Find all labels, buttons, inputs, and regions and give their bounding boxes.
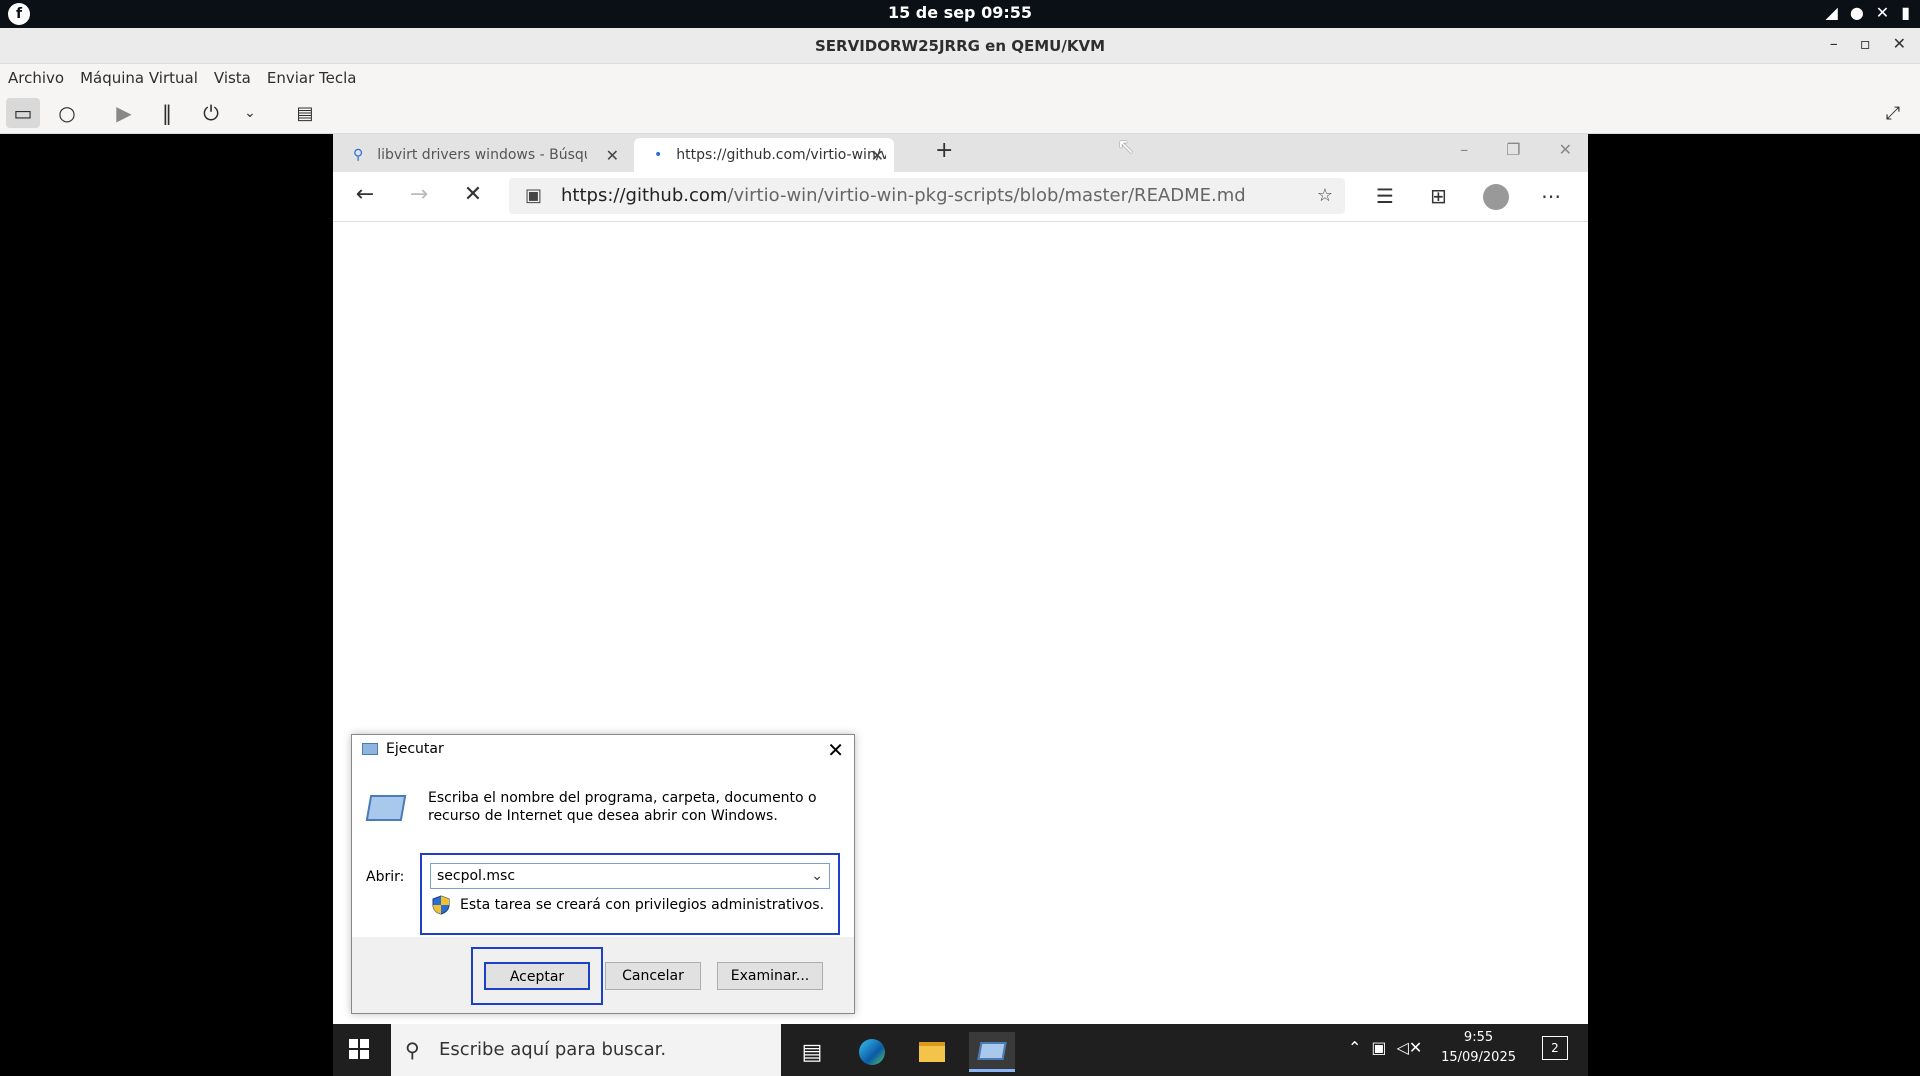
maximize-icon[interactable]: ▫ bbox=[1860, 34, 1871, 53]
edge-close-icon[interactable]: ✕ bbox=[1559, 140, 1572, 159]
uac-shield-icon bbox=[432, 895, 450, 915]
edge-minimize-icon[interactable]: – bbox=[1460, 140, 1468, 159]
close-tab-icon[interactable]: ✕ bbox=[871, 146, 884, 165]
run-dialog-title: Ejecutar bbox=[386, 741, 444, 757]
gnome-top-bar: f 15 de sep 09:55 ◢ ● ✕ ▮ bbox=[0, 0, 1920, 28]
task-view-icon[interactable]: ▤ bbox=[789, 1032, 835, 1072]
chevron-up-icon[interactable]: ⌃ bbox=[1348, 1038, 1361, 1057]
minimize-icon[interactable]: – bbox=[1830, 34, 1838, 53]
admin-privileges-note: Esta tarea se creará con privilegios adm… bbox=[460, 897, 825, 913]
command-text: secpol.msc bbox=[437, 868, 516, 884]
menu-archivo[interactable]: Archivo bbox=[8, 69, 64, 87]
run-large-icon bbox=[365, 795, 407, 821]
run-dialog-body: Escriba el nombre del programa, carpeta,… bbox=[352, 765, 854, 937]
open-command-input[interactable]: secpol.msc ⌄ bbox=[430, 863, 830, 889]
mic-icon: ● bbox=[1849, 3, 1864, 22]
url-path: /virtio-win/virtio-win-pkg-scripts/blob/… bbox=[727, 185, 1246, 206]
notification-center-icon[interactable]: 2 bbox=[1542, 1036, 1568, 1060]
power-icon[interactable]: ⏻ bbox=[194, 98, 228, 128]
file-explorer-icon[interactable] bbox=[909, 1032, 955, 1072]
close-tab-icon[interactable]: ✕ bbox=[606, 146, 619, 165]
back-arrow-icon[interactable]: ← bbox=[349, 182, 381, 212]
tab-busqueda[interactable]: ⚲ libvirt drivers windows - Búsqueda ✕ bbox=[333, 138, 629, 172]
wifi-icon: ◢ bbox=[1825, 3, 1838, 22]
run-icon[interactable]: ▶ bbox=[107, 98, 141, 128]
examinar-button[interactable]: Examinar... bbox=[717, 962, 823, 990]
tab-github[interactable]: • https://github.com/virtio-win/virtio-w… bbox=[634, 138, 894, 172]
search-placeholder: Escribe aquí para buscar. bbox=[439, 1039, 667, 1060]
search-icon: ⚲ bbox=[353, 147, 364, 163]
network-icon[interactable]: ▣ bbox=[1371, 1038, 1386, 1057]
window-title: SERVIDORW25JRRG en QEMU/KVM bbox=[815, 37, 1105, 55]
url-input[interactable]: ▣ https://github.com/virtio-win/virtio-wi… bbox=[509, 178, 1345, 214]
run-app-icon bbox=[362, 743, 378, 755]
pause-icon[interactable]: ‖ bbox=[150, 98, 184, 128]
lock-icon: ▣ bbox=[525, 185, 543, 206]
tab-label: https://github.com/virtio-win/virtio-win… bbox=[676, 147, 887, 163]
favorite-star-icon[interactable]: ☆ bbox=[1317, 178, 1333, 214]
search-icon: ⚲ bbox=[405, 1038, 420, 1062]
stop-loading-icon[interactable]: ✕ bbox=[457, 182, 489, 212]
favorites-icon[interactable]: ☰ bbox=[1376, 184, 1394, 208]
new-tab-icon[interactable]: + bbox=[935, 138, 953, 163]
notification-count: 2 bbox=[1551, 1041, 1559, 1055]
run-description: Escriba el nombre del programa, carpeta,… bbox=[428, 789, 828, 825]
viewer-titlebar: SERVIDORW25JRRG en QEMU/KVM – ▫ ✕ bbox=[0, 28, 1920, 64]
system-tray[interactable]: ◢ ● ✕ ▮ bbox=[1826, 3, 1911, 22]
more-options-icon[interactable]: ⋯ bbox=[1541, 184, 1561, 208]
open-label: Abrir: bbox=[366, 869, 405, 885]
run-taskbar-icon[interactable] bbox=[969, 1032, 1015, 1072]
forward-arrow-icon[interactable]: → bbox=[403, 182, 435, 212]
taskbar-clock[interactable]: 9:55 15/09/2025 bbox=[1441, 1028, 1516, 1068]
url-host: https://github.com bbox=[561, 185, 728, 206]
tab-label: libvirt drivers windows - Búsqueda bbox=[377, 147, 587, 163]
windows-taskbar: ⚲ Escribe aquí para buscar. ▤ ⌃ ▣ ◁✕ 9:5… bbox=[333, 1024, 1588, 1076]
guest-display[interactable]: ⚲ libvirt drivers windows - Búsqueda ✕ •… bbox=[333, 134, 1588, 1076]
close-icon[interactable]: ✕ bbox=[1893, 34, 1906, 53]
collections-icon[interactable]: ⊞ bbox=[1430, 184, 1447, 208]
mouse-cursor-icon: ↖ bbox=[1117, 135, 1136, 160]
cancelar-button[interactable]: Cancelar bbox=[605, 962, 701, 990]
menu-enviar-tecla[interactable]: Enviar Tecla bbox=[267, 69, 357, 87]
chevron-down-icon[interactable]: ⌄ bbox=[233, 98, 267, 128]
description-line: recurso de Internet que desea abrir con … bbox=[428, 808, 778, 824]
run-dialog-titlebar: Ejecutar ✕ bbox=[352, 735, 854, 765]
loading-icon: • bbox=[654, 147, 663, 163]
system-clock[interactable]: 15 de sep 09:55 bbox=[0, 3, 1920, 22]
menu-vista[interactable]: Vista bbox=[214, 69, 251, 87]
close-icon[interactable]: ✕ bbox=[827, 738, 844, 762]
snapshots-icon[interactable]: ▤ bbox=[288, 98, 322, 128]
description-line: Escriba el nombre del programa, carpeta,… bbox=[428, 790, 817, 806]
battery-icon: ▮ bbox=[1901, 3, 1910, 22]
fullscreen-icon[interactable]: ⤢ bbox=[1876, 98, 1910, 128]
edge-address-bar: ← → ✕ ▣ https://github.com/virtio-win/vir… bbox=[333, 172, 1588, 222]
windows-system-tray[interactable]: ⌃ ▣ ◁✕ bbox=[1348, 1038, 1422, 1057]
run-dialog: Ejecutar ✕ Escriba el nombre del program… bbox=[351, 734, 855, 1014]
edge-tab-strip: ⚲ libvirt drivers windows - Búsqueda ✕ •… bbox=[333, 134, 1588, 172]
aceptar-button[interactable]: Aceptar bbox=[484, 962, 590, 990]
chevron-down-icon[interactable]: ⌄ bbox=[811, 864, 823, 888]
edge-browser-icon[interactable] bbox=[849, 1032, 895, 1072]
speaker-muted-icon: ✕ bbox=[1875, 3, 1890, 22]
taskbar-date: 15/09/2025 bbox=[1441, 1050, 1516, 1065]
profile-avatar-icon[interactable] bbox=[1483, 184, 1509, 210]
details-bulb-icon[interactable]: ○ bbox=[50, 98, 84, 128]
menu-maquina-virtual[interactable]: Máquina Virtual bbox=[80, 69, 198, 87]
volume-muted-icon[interactable]: ◁✕ bbox=[1397, 1038, 1423, 1057]
display-console-icon[interactable]: ▭ bbox=[6, 98, 40, 128]
edge-restore-icon[interactable]: ❐ bbox=[1506, 140, 1520, 159]
taskbar-search-input[interactable]: ⚲ Escribe aquí para buscar. bbox=[391, 1024, 781, 1076]
viewer-menubar: Archivo Máquina Virtual Vista Enviar Tec… bbox=[0, 64, 1920, 92]
taskbar-time: 9:55 bbox=[1463, 1030, 1494, 1045]
windows-start-icon[interactable] bbox=[349, 1039, 369, 1059]
viewer-toolbar: ▭ ○ ▶ ‖ ⏻ ⌄ ▤ ⤢ bbox=[0, 92, 1920, 134]
